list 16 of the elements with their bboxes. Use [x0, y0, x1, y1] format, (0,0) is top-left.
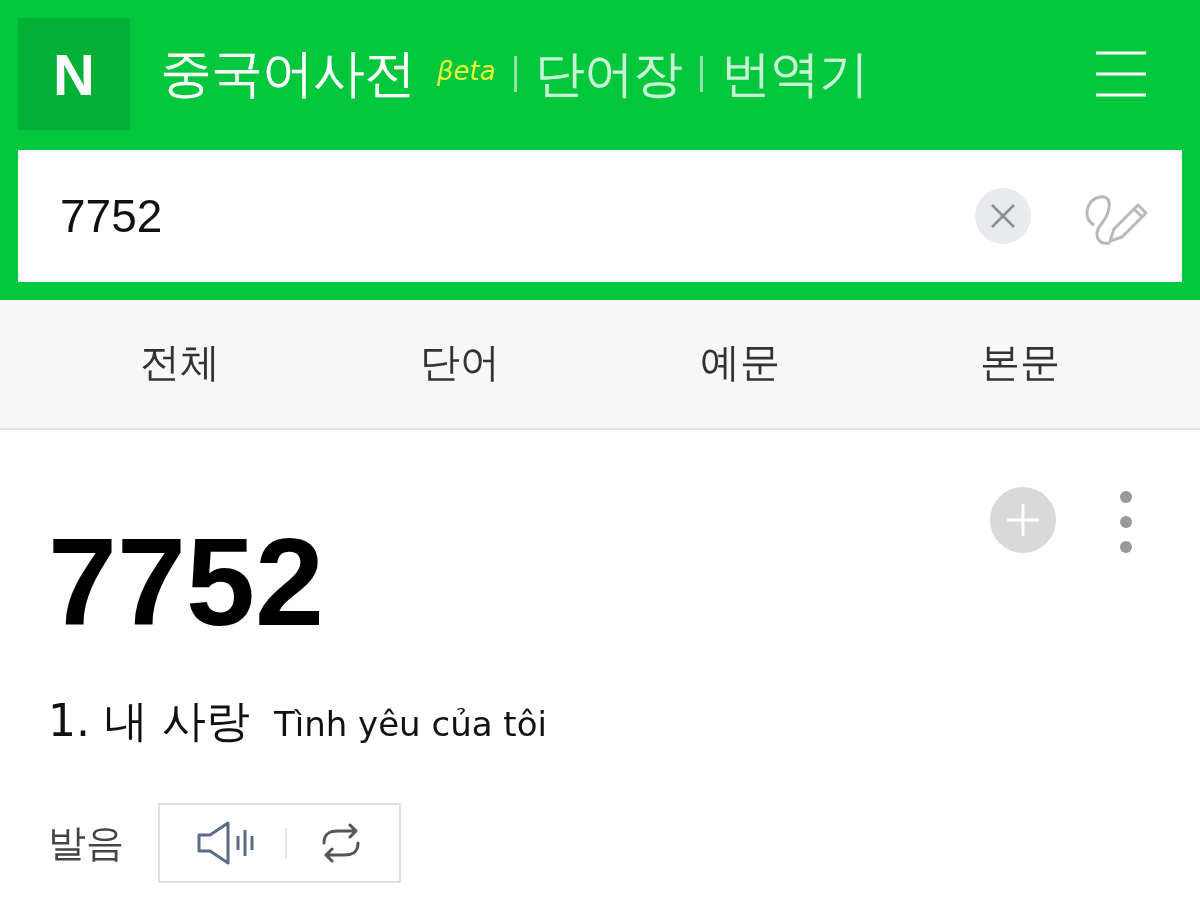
close-icon	[990, 203, 1016, 229]
tab[interactable]: 예문	[600, 300, 880, 428]
meaning-text: 1. 내 사랑	[48, 694, 250, 748]
tab[interactable]: 본문	[880, 300, 1160, 428]
translation-text: Tình yêu của tôi	[273, 704, 547, 744]
plus-icon	[1005, 502, 1041, 538]
more-options-icon[interactable]	[1118, 490, 1134, 554]
beta-label: βeta	[437, 56, 496, 86]
search-field[interactable]: 7752	[18, 150, 1182, 282]
headword: 7752	[48, 520, 324, 644]
pronunciation-label: 발음	[48, 819, 124, 867]
site-title: 중국어사전	[160, 42, 415, 105]
menu-icon[interactable]	[1096, 51, 1146, 97]
tab[interactable]: 단어	[320, 300, 600, 428]
tab[interactable]: 전체	[40, 300, 320, 428]
speaker-icon[interactable]	[195, 820, 254, 866]
